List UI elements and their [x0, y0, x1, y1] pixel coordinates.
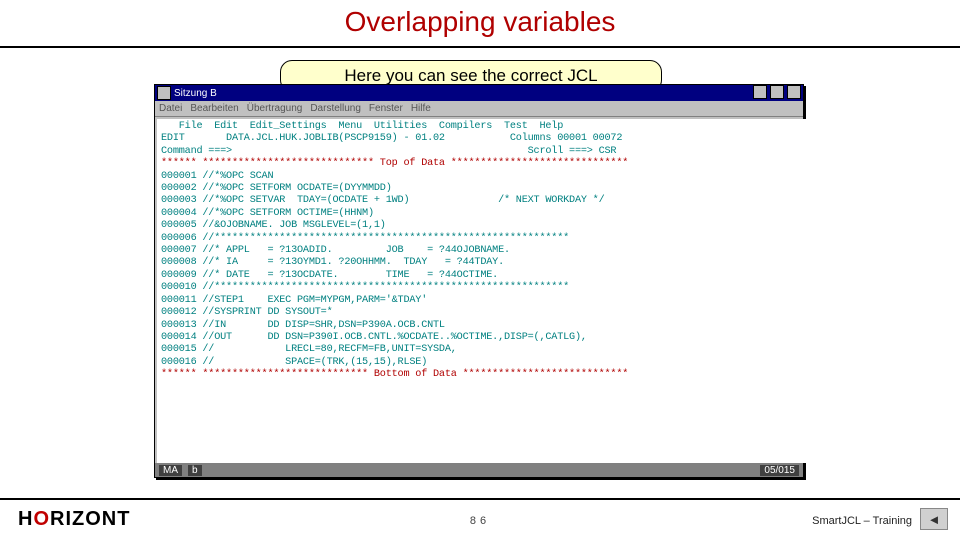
- close-button[interactable]: [787, 85, 801, 99]
- maximize-button[interactable]: [770, 85, 784, 99]
- title-rule: [0, 46, 960, 48]
- arrow-left-icon: ◄: [928, 512, 941, 527]
- terminal-content: File Edit Edit_Settings Menu Utilities C…: [157, 119, 809, 463]
- slide-title: Overlapping variables: [0, 6, 960, 38]
- window: Sitzung B Datei Bearbeiten Übertragung D…: [154, 84, 804, 478]
- menu-item[interactable]: Fenster: [369, 103, 403, 114]
- menu-item[interactable]: Hilfe: [411, 103, 431, 114]
- footer-label: SmartJCL – Training: [812, 515, 912, 527]
- callout-text: Here you can see the correct JCL: [344, 66, 597, 85]
- menu-item[interactable]: Übertragung: [247, 103, 303, 114]
- window-titlebar: Sitzung B: [155, 85, 803, 101]
- menu-item[interactable]: Darstellung: [310, 103, 361, 114]
- prev-slide-button[interactable]: ◄: [920, 508, 948, 530]
- window-title: Sitzung B: [174, 88, 217, 99]
- menu-item[interactable]: Datei: [159, 103, 182, 114]
- minimize-button[interactable]: [753, 85, 767, 99]
- window-statusbar: MA b 05/015: [155, 463, 803, 477]
- menu-item[interactable]: Bearbeiten: [190, 103, 238, 114]
- status-right: 05/015: [760, 465, 799, 476]
- status-left-2: b: [188, 465, 202, 476]
- status-left-1: MA: [159, 465, 182, 476]
- footer-rule: [0, 498, 960, 500]
- window-menubar: Datei Bearbeiten Übertragung Darstellung…: [155, 101, 803, 117]
- sysmenu-icon[interactable]: [157, 86, 171, 100]
